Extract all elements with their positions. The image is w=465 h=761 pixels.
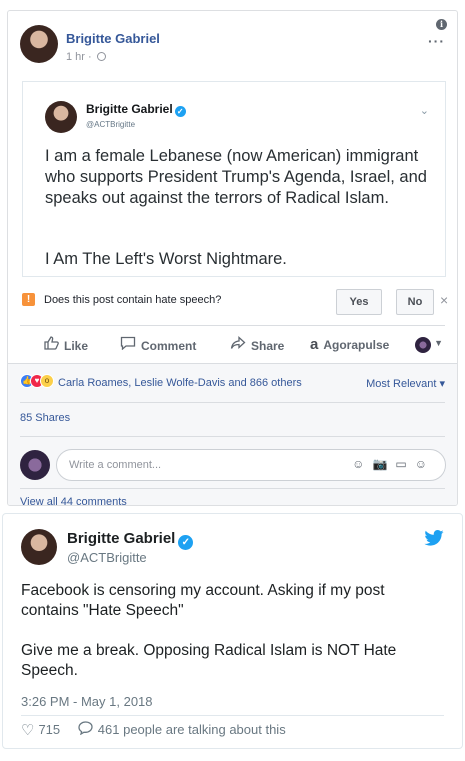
- agorapulse-button[interactable]: a Agorapulse: [310, 336, 389, 353]
- more-options-button[interactable]: ···: [428, 33, 445, 49]
- likes-count[interactable]: 715: [38, 722, 60, 737]
- tweet-text-line-1: Facebook is censoring my account. Asking…: [21, 582, 385, 619]
- tweet-handle[interactable]: @ACTBrigitte: [67, 550, 147, 565]
- share-label: Share: [251, 339, 285, 353]
- divider: [21, 715, 444, 716]
- facebook-post-screenshot: Brigitte Gabriel 1 hr · i ··· Brigitte G…: [7, 10, 458, 506]
- tweet-date[interactable]: 3:26 PM - May 1, 2018: [21, 694, 153, 709]
- caret-down-icon[interactable]: ▼: [434, 338, 443, 348]
- tweet-avatar[interactable]: [21, 529, 57, 565]
- embedded-tweet-text-2: I Am The Left's Worst Nightmare.: [45, 250, 287, 268]
- tweet-text-line-2: Give me a break. Opposing Radical Islam …: [21, 642, 397, 679]
- view-all-comments-link[interactable]: View all 44 comments: [20, 496, 127, 505]
- commenter-avatar: [20, 450, 50, 480]
- no-button[interactable]: No: [396, 289, 434, 315]
- comment-bubble-icon[interactable]: [78, 721, 93, 738]
- globe-icon: [96, 52, 106, 61]
- action-bar: Like Comment Share a Agorapulse ▼: [20, 329, 445, 361]
- hate-speech-question: Does this post contain hate speech?: [44, 294, 222, 306]
- engagement-area: 👍 ♥ o Carla Roames, Leslie Wolfe-Davis a…: [8, 363, 457, 505]
- tweet-author-name[interactable]: Brigitte Gabriel ✓: [67, 530, 194, 550]
- comment-button[interactable]: Comment: [120, 336, 196, 353]
- comment-label: Comment: [141, 339, 197, 353]
- camera-icon[interactable]: 📷: [372, 457, 395, 471]
- post-time-text: 1 hr ·: [66, 51, 92, 63]
- hate-speech-prompt: ! Does this post contain hate speech? Ye…: [22, 289, 450, 317]
- like-label: Like: [64, 339, 89, 353]
- chevron-down-icon: ⌄: [419, 105, 429, 117]
- yes-button[interactable]: Yes: [336, 289, 382, 315]
- post-time: 1 hr ·: [66, 51, 106, 63]
- tweet-card: Brigitte Gabriel ✓ @ACTBrigitte Facebook …: [2, 513, 463, 749]
- close-icon[interactable]: ×: [440, 292, 448, 308]
- embedded-avatar: [45, 101, 77, 133]
- gif-icon[interactable]: ▭: [395, 457, 414, 471]
- comment-tools[interactable]: ☺📷▭☺: [352, 457, 435, 471]
- embedded-tweet-text: I am a female Lebanese (now American) im…: [45, 147, 427, 207]
- share-arrow-icon: [230, 336, 246, 353]
- divider: [20, 436, 445, 437]
- shares-count[interactable]: 85 Shares: [20, 412, 70, 424]
- comment-input[interactable]: Write a comment... ☺📷▭☺: [56, 449, 446, 481]
- embedded-name-text: Brigitte Gabriel: [86, 102, 173, 116]
- sticker-icon[interactable]: ☺: [415, 457, 435, 471]
- divider: [20, 488, 445, 489]
- tweet-author-name-text: Brigitte Gabriel: [67, 530, 176, 547]
- agorapulse-label: Agorapulse: [323, 338, 390, 352]
- comment-placeholder: Write a comment...: [69, 459, 162, 471]
- info-icon[interactable]: i: [436, 19, 447, 30]
- emoji-icon[interactable]: ☺: [352, 457, 372, 471]
- verified-icon: ✓: [178, 535, 194, 550]
- reaction-names[interactable]: Carla Roames, Leslie Wolfe-Davis and 866…: [58, 377, 302, 389]
- warning-icon: !: [22, 293, 35, 306]
- comment-bubble-icon: [120, 336, 136, 353]
- share-button[interactable]: Share: [230, 336, 284, 353]
- heart-icon[interactable]: ♡: [21, 722, 34, 739]
- wow-reaction-icon: o: [40, 374, 54, 388]
- embedded-handle: @ACTBrigitte: [86, 120, 136, 129]
- divider: [20, 325, 445, 326]
- post-header: Brigitte Gabriel 1 hr · i ···: [20, 19, 447, 69]
- embedded-tweet-image: Brigitte Gabriel ✓ @ACTBrigitte ⌄ I am a …: [22, 81, 446, 277]
- page-selector-avatar[interactable]: [415, 337, 431, 353]
- embedded-name: Brigitte Gabriel ✓: [86, 102, 186, 117]
- verified-icon: ✓: [174, 106, 186, 117]
- most-relevant-dropdown[interactable]: Most Relevant ▾: [366, 377, 445, 390]
- author-name[interactable]: Brigitte Gabriel: [66, 31, 160, 46]
- divider: [20, 402, 445, 403]
- talking-count[interactable]: 461 people are talking about this: [98, 722, 286, 737]
- author-avatar[interactable]: [20, 25, 58, 63]
- like-button[interactable]: Like: [44, 336, 88, 353]
- thumbs-up-icon: [44, 336, 59, 353]
- tweet-stats: ♡ 715 461 people are talking about this: [21, 721, 286, 739]
- tweet-text: Facebook is censoring my account. Asking…: [21, 581, 441, 701]
- agorapulse-logo-icon: a: [310, 336, 319, 353]
- twitter-bird-icon[interactable]: [424, 530, 444, 546]
